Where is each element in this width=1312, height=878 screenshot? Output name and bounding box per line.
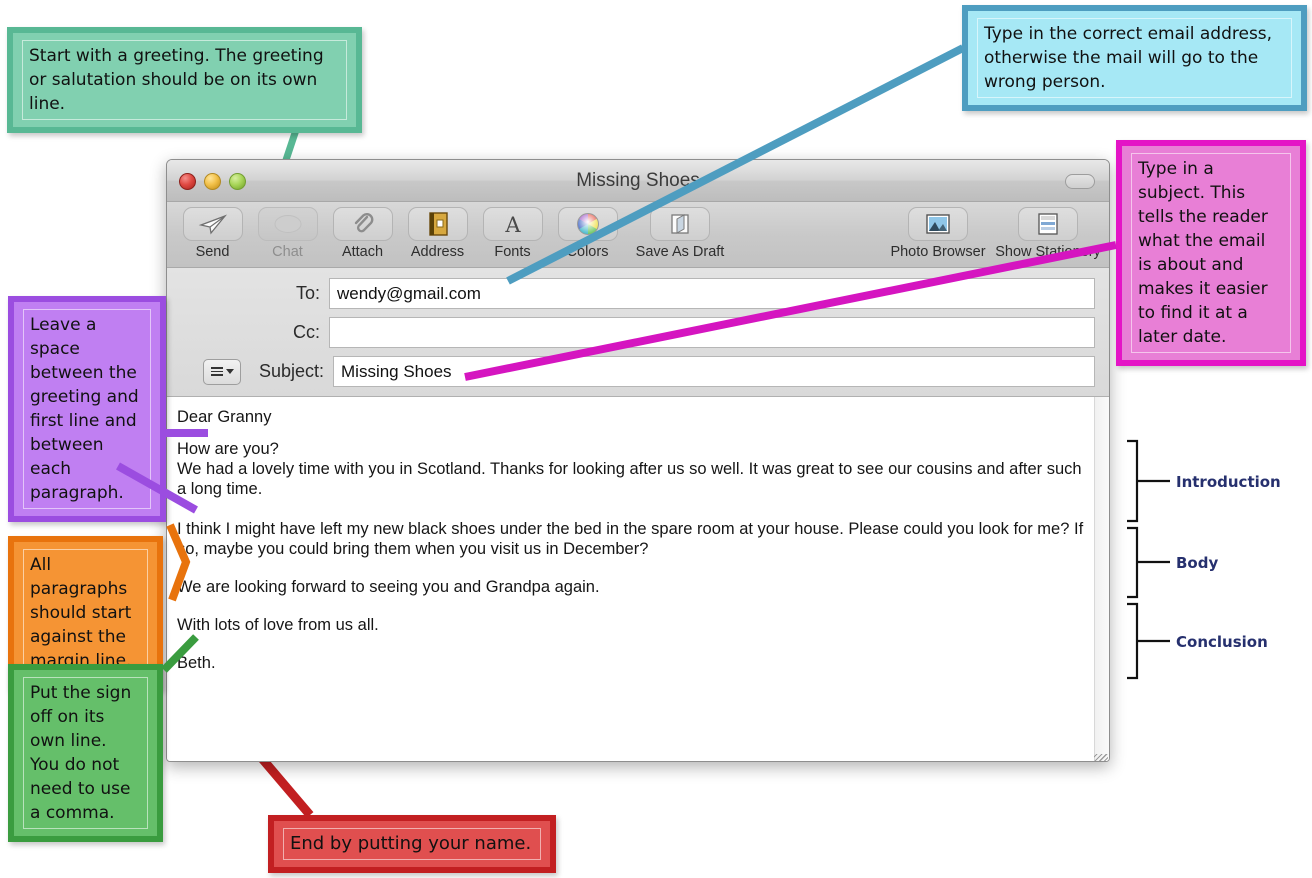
subject-connector-line [464,241,1117,381]
body-bracket [1127,526,1139,599]
screenshot-root: Missing Shoes Send Chat Attach Address A… [0,0,1312,878]
conclusion-bracket [1127,602,1139,680]
spacing-connector-line-bottom [116,462,198,514]
address-connector-line [506,44,965,285]
margin-connector-line [166,523,191,602]
signoff-connector-line [161,634,199,673]
introduction-bracket [1127,439,1139,523]
connector-lines-over [116,44,1170,680]
